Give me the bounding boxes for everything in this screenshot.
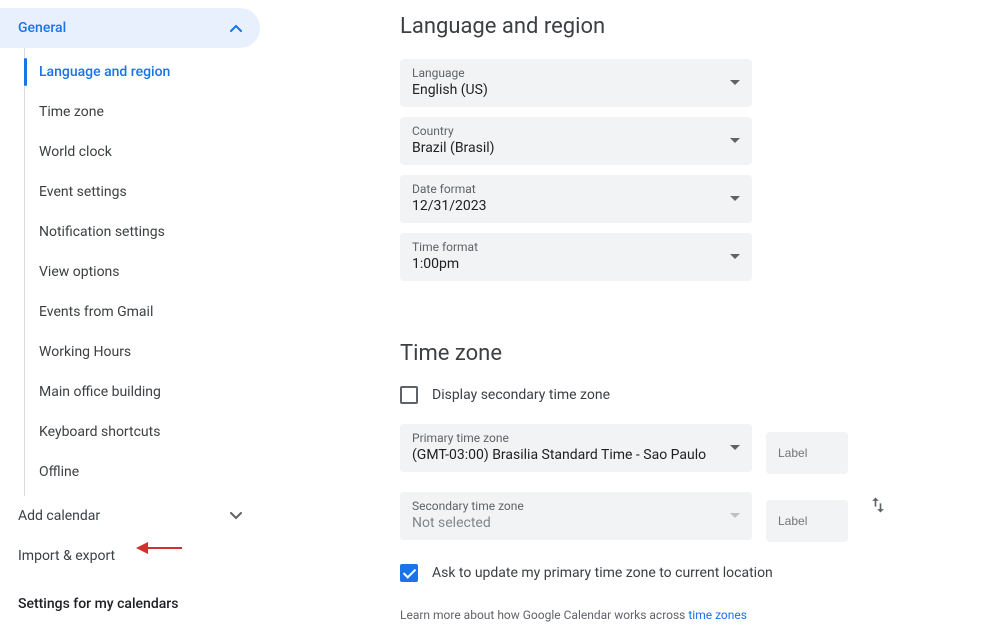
dropdown-value: Not selected — [412, 514, 524, 532]
sidebar-item-working-hours[interactable]: Working Hours — [25, 332, 260, 372]
chevron-down-icon — [230, 508, 242, 524]
sidebar-item-offline[interactable]: Offline — [25, 452, 260, 492]
sidebar-add-calendar[interactable]: Add calendar — [0, 496, 260, 536]
caret-down-icon — [730, 196, 740, 201]
dropdown-primary-timezone[interactable]: Primary time zone (GMT-03:00) Brasilia S… — [400, 424, 752, 472]
dropdown-secondary-timezone: Secondary time zone Not selected — [400, 492, 752, 540]
dropdown-time-format[interactable]: Time format 1:00pm — [400, 233, 752, 281]
sidebar-section-general[interactable]: General — [0, 8, 260, 48]
sidebar-item-label: Language and region — [39, 64, 170, 80]
caret-down-icon — [730, 254, 740, 259]
caret-down-icon — [730, 513, 740, 518]
sidebar-item-label: Time zone — [39, 104, 104, 120]
sidebar-item-view-options[interactable]: View options — [25, 252, 260, 292]
link-time-zones[interactable]: time zones — [688, 608, 747, 622]
sidebar-item-label: Main office building — [39, 384, 161, 400]
sidebar-items: Language and region Time zone World cloc… — [24, 48, 260, 496]
sidebar-item-language-region[interactable]: Language and region — [25, 52, 260, 92]
sidebar-import-export[interactable]: Import & export — [0, 536, 260, 576]
dropdown-value: English (US) — [412, 81, 488, 99]
dropdown-country[interactable]: Country Brazil (Brasil) — [400, 117, 752, 165]
dropdown-value: (GMT-03:00) Brasilia Standard Time - Sao… — [412, 446, 706, 464]
sidebar-settings-heading: Settings for my calendars — [0, 576, 260, 620]
input-secondary-label — [766, 500, 848, 542]
sidebar-section-label: General — [18, 20, 66, 36]
dropdown-label: Primary time zone — [412, 430, 706, 446]
swap-timezones-icon[interactable] — [862, 489, 894, 525]
sidebar-item-label: World clock — [39, 144, 112, 160]
checkbox-label: Ask to update my primary time zone to cu… — [432, 565, 773, 581]
checkbox-ask-update[interactable] — [400, 564, 418, 582]
help-text-prefix: Learn more about how Google Calendar wor… — [400, 608, 688, 622]
checkbox-display-secondary[interactable] — [400, 386, 418, 404]
help-text: Learn more about how Google Calendar wor… — [400, 608, 993, 622]
sidebar: General Language and region Time zone Wo… — [0, 0, 260, 622]
chevron-up-icon — [230, 20, 242, 36]
sidebar-item-event-settings[interactable]: Event settings — [25, 172, 260, 212]
dropdown-value: Brazil (Brasil) — [412, 139, 495, 157]
dropdown-label: Date format — [412, 181, 487, 197]
sidebar-item-label: Events from Gmail — [39, 304, 153, 320]
sidebar-plain-label: Add calendar — [18, 508, 100, 524]
dropdown-language[interactable]: Language English (US) — [400, 59, 752, 107]
sidebar-item-keyboard-shortcuts[interactable]: Keyboard shortcuts — [25, 412, 260, 452]
dropdown-value: 1:00pm — [412, 255, 478, 273]
sidebar-item-label: Working Hours — [39, 344, 131, 360]
sidebar-item-label: Keyboard shortcuts — [39, 424, 160, 440]
dropdown-value: 12/31/2023 — [412, 197, 487, 215]
section-title-time-zone: Time zone — [400, 341, 993, 366]
main-content: Language and region Language English (US… — [260, 0, 993, 622]
sidebar-plain-label: Import & export — [18, 548, 115, 564]
input-primary-label[interactable] — [766, 432, 848, 474]
section-title-language-region: Language and region — [400, 14, 993, 39]
sidebar-item-label: View options — [39, 264, 120, 280]
dropdown-date-format[interactable]: Date format 12/31/2023 — [400, 175, 752, 223]
sidebar-item-world-clock[interactable]: World clock — [25, 132, 260, 172]
sidebar-item-label: Offline — [39, 464, 79, 480]
dropdown-label: Language — [412, 65, 488, 81]
sidebar-item-events-gmail[interactable]: Events from Gmail — [25, 292, 260, 332]
checkbox-label: Display secondary time zone — [432, 387, 610, 403]
dropdown-label: Time format — [412, 239, 478, 255]
sidebar-item-main-office[interactable]: Main office building — [25, 372, 260, 412]
sidebar-item-label: Event settings — [39, 184, 127, 200]
dropdown-label: Secondary time zone — [412, 498, 524, 514]
caret-down-icon — [730, 138, 740, 143]
sidebar-item-time-zone[interactable]: Time zone — [25, 92, 260, 132]
dropdown-label: Country — [412, 123, 495, 139]
sidebar-item-label: Notification settings — [39, 224, 165, 240]
sidebar-item-notification-settings[interactable]: Notification settings — [25, 212, 260, 252]
caret-down-icon — [730, 445, 740, 450]
caret-down-icon — [730, 80, 740, 85]
